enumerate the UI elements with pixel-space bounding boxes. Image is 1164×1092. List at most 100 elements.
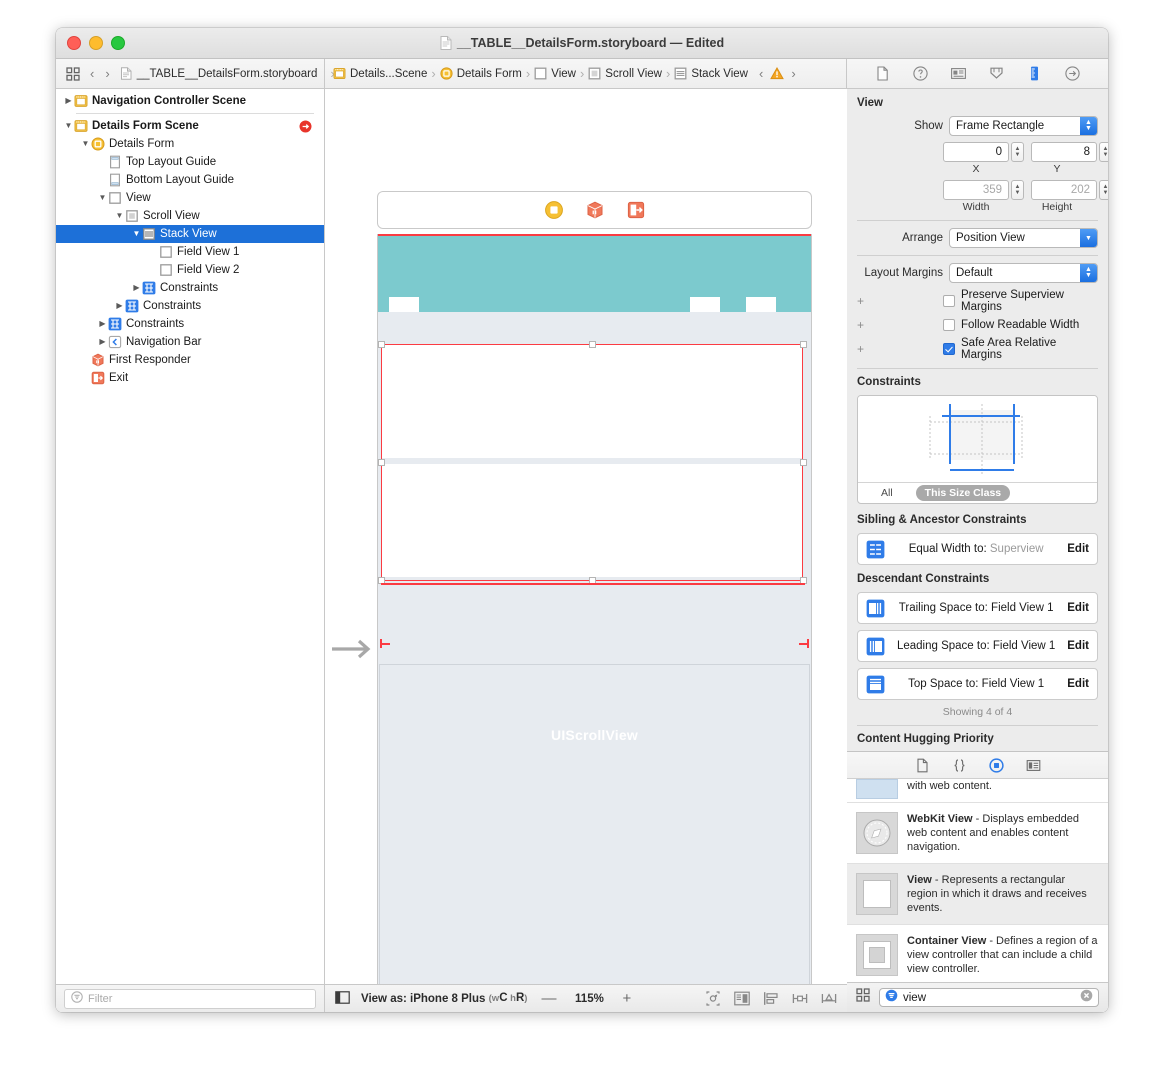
library-item-list[interactable]: with web content. WebKit View - Displays… <box>847 779 1108 982</box>
constraint-row-leading-space[interactable]: Leading Space to: Field View 1 Edit <box>857 630 1098 662</box>
outline-row-first-responder[interactable]: First Responder <box>56 351 324 369</box>
add-variation-icon[interactable]: + <box>857 318 871 332</box>
identity-inspector-icon[interactable] <box>950 65 967 82</box>
add-variation-icon[interactable]: + <box>857 342 871 356</box>
y-field[interactable]: 8 <box>1031 142 1097 162</box>
exit-icon[interactable] <box>626 200 646 220</box>
first-responder-icon[interactable] <box>585 200 605 220</box>
size-inspector-panel[interactable]: View Show Frame Rectangle ▲ ▼ 0 ▲ ▼ 8 ▲ ▼ <box>847 89 1108 751</box>
resize-handle-tl[interactable] <box>378 341 385 348</box>
preserve-superview-margins-checkbox[interactable] <box>943 295 955 307</box>
connections-inspector-icon[interactable] <box>1064 65 1081 82</box>
outline-row-constraints[interactable]: ▶ Constraints <box>56 315 324 333</box>
follow-readable-width-checkbox[interactable] <box>943 319 955 331</box>
layout-margins-popup[interactable]: Default ▲ ▼ <box>949 263 1098 283</box>
warning-icon[interactable] <box>770 66 785 80</box>
file-template-library-icon[interactable] <box>915 758 930 773</box>
forward-button[interactable]: › <box>104 67 110 80</box>
outline-row-navigation-controller-scene[interactable]: ▶ Navigation Controller Scene <box>56 92 324 110</box>
view-controller-icon[interactable] <box>544 200 564 220</box>
pin-icon[interactable] <box>792 991 808 1006</box>
resize-handle-mr[interactable] <box>800 459 807 466</box>
update-frames-icon[interactable] <box>705 991 721 1006</box>
embed-in-icon[interactable] <box>734 991 750 1006</box>
clear-search-icon[interactable] <box>1080 989 1093 1007</box>
outline-row-details-form[interactable]: ▼ Details Form <box>56 135 324 153</box>
disclosure-triangle-expanded[interactable]: ▼ <box>114 212 125 220</box>
outline-row-stack-view[interactable]: ▼ Stack View <box>56 225 324 243</box>
breadcrumb-item-stack-view[interactable]: Stack View <box>674 67 748 80</box>
x-stepper[interactable]: ▲ ▼ <box>1011 142 1024 162</box>
show-popup[interactable]: Frame Rectangle ▲ ▼ <box>949 116 1098 136</box>
disclosure-triangle-expanded[interactable]: ▼ <box>80 140 91 148</box>
quick-help-icon[interactable] <box>912 65 929 82</box>
add-variation-icon[interactable]: + <box>857 294 871 308</box>
resize-handle-ml[interactable] <box>378 459 385 466</box>
outline-row-constraints[interactable]: ▶ Constraints <box>56 297 324 315</box>
arrange-popup[interactable]: Position View ▼ <box>949 228 1098 248</box>
edit-constraint-button[interactable]: Edit <box>1067 678 1089 690</box>
outline-row-scroll-view[interactable]: ▼ Scroll View <box>56 207 324 225</box>
edit-constraint-button[interactable]: Edit <box>1067 640 1089 652</box>
outline-grid-icon[interactable] <box>66 66 80 81</box>
disclosure-triangle-collapsed[interactable]: ▶ <box>97 338 108 346</box>
zoom-out-button[interactable]: — <box>538 991 559 1006</box>
file-inspector-icon[interactable] <box>874 65 891 82</box>
height-stepper[interactable]: ▲ ▼ <box>1099 180 1108 200</box>
size-class-segment-control[interactable]: All This Size Class <box>858 482 1097 503</box>
resize-handle-tc[interactable] <box>589 341 596 348</box>
outline-row-field-view-1[interactable]: Field View 1 <box>56 243 324 261</box>
segment-this-size-class[interactable]: This Size Class <box>915 485 1011 501</box>
outline-row-details-form-scene[interactable]: ▼ Details Form Scene <box>56 117 324 135</box>
height-field[interactable]: 202 <box>1031 180 1097 200</box>
outline-filter-input[interactable]: Filter <box>64 988 316 1009</box>
x-field[interactable]: 0 <box>943 142 1009 162</box>
document-toggle-icon[interactable] <box>335 990 350 1007</box>
segment-all[interactable]: All <box>872 485 902 501</box>
outline-row-bottom-layout-guide[interactable]: Bottom Layout Guide <box>56 171 324 189</box>
follow-readable-width-row[interactable]: + Follow Readable Width <box>857 318 1098 332</box>
breadcrumb-item-storyboard[interactable]: __TABLE__DetailsForm.storyboard <box>120 67 317 80</box>
media-library-icon[interactable] <box>1026 758 1041 773</box>
field-view-1-preview[interactable] <box>381 344 803 458</box>
width-stepper[interactable]: ▲ ▼ <box>1011 180 1024 200</box>
constraint-row-top-space[interactable]: Top Space to: Field View 1 Edit <box>857 668 1098 700</box>
outline-row-navigation-bar[interactable]: ▶ Navigation Bar <box>56 333 324 351</box>
next-issue-button[interactable]: › <box>790 67 796 80</box>
edit-constraint-button[interactable]: Edit <box>1067 543 1089 555</box>
preserve-superview-margins-row[interactable]: + Preserve Superview Margins <box>857 289 1098 313</box>
breadcrumb-item-view[interactable]: View <box>534 67 576 80</box>
scroll-view-preview[interactable]: UIScrollView <box>378 312 811 984</box>
outline-row-constraints[interactable]: ▶ Constraints <box>56 279 324 297</box>
view-as-label[interactable]: View as: iPhone 8 Plus (wC hR) <box>361 992 527 1005</box>
safe-area-relative-margins-checkbox[interactable] <box>943 343 955 355</box>
outline-row-view[interactable]: ▼ View <box>56 189 324 207</box>
disclosure-triangle-collapsed[interactable]: ▶ <box>63 97 74 105</box>
object-library-icon[interactable] <box>988 757 1004 773</box>
outline-row-field-view-2[interactable]: Field View 2 <box>56 261 324 279</box>
attributes-inspector-icon[interactable] <box>988 65 1005 82</box>
library-grid-icon[interactable] <box>856 988 870 1007</box>
device-canvas[interactable]: UIScrollView <box>332 234 812 984</box>
constraints-diagram[interactable] <box>858 396 1097 482</box>
safe-area-relative-margins-row[interactable]: + Safe Area Relative Margins <box>857 337 1098 361</box>
library-item-container-view[interactable]: Container View - Defines a region of a v… <box>847 925 1108 982</box>
y-stepper[interactable]: ▲ ▼ <box>1099 142 1108 162</box>
breadcrumb-item-scene[interactable]: Details...Scene <box>333 67 427 80</box>
disclosure-triangle-collapsed[interactable]: ▶ <box>97 320 108 328</box>
breadcrumb-item-scroll-view[interactable]: Scroll View <box>588 67 662 80</box>
disclosure-triangle-collapsed[interactable]: ▶ <box>131 284 142 292</box>
library-item-view[interactable]: View - Represents a rectangular region i… <box>847 864 1108 925</box>
edit-constraint-button[interactable]: Edit <box>1067 602 1089 614</box>
align-icon[interactable] <box>763 991 779 1006</box>
library-item-webkit-view[interactable]: WebKit View - Displays embedded web cont… <box>847 803 1108 864</box>
disclosure-triangle-expanded[interactable]: ▼ <box>97 194 108 202</box>
resolve-issues-icon[interactable] <box>821 991 837 1006</box>
outline-row-top-layout-guide[interactable]: Top Layout Guide <box>56 153 324 171</box>
width-field[interactable]: 359 <box>943 180 1009 200</box>
constraint-row-trailing-space[interactable]: Trailing Space to: Field View 1 Edit <box>857 592 1098 624</box>
library-search-input[interactable]: view <box>879 988 1099 1007</box>
zoom-in-button[interactable]: + <box>619 991 634 1006</box>
disclosure-triangle-collapsed[interactable]: ▶ <box>114 302 125 310</box>
disclosure-triangle-expanded[interactable]: ▼ <box>131 230 142 238</box>
